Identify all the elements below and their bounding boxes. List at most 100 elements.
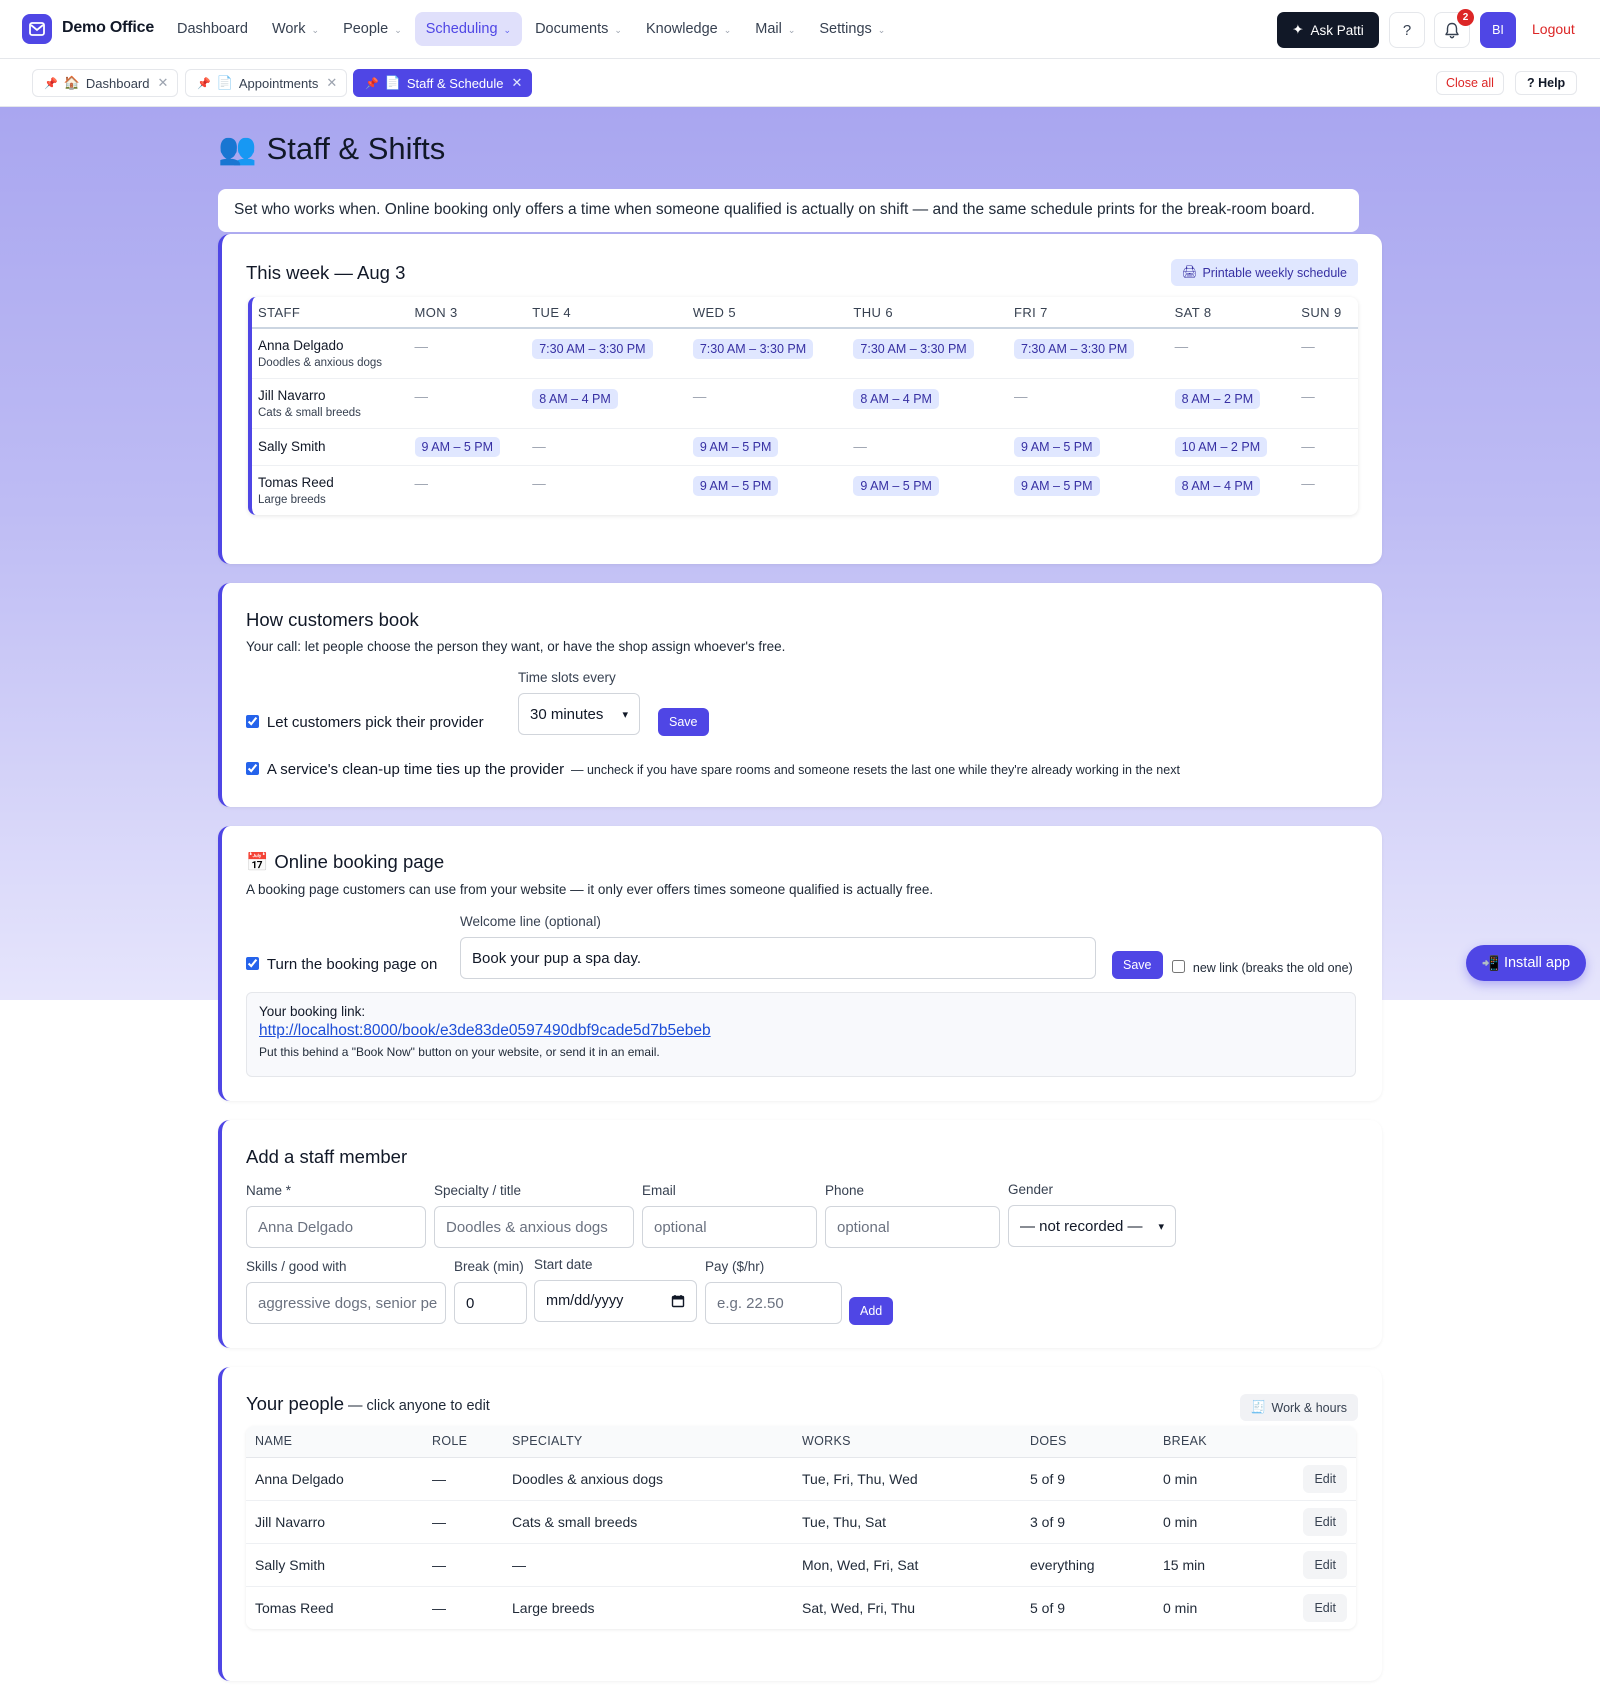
shift-chip[interactable]: 10 AM – 2 PM <box>1174 436 1268 457</box>
break-input[interactable]: 0 <box>454 1282 527 1324</box>
phone-install-icon: 📲 <box>1481 955 1500 972</box>
shift-chip[interactable]: 7:30 AM – 3:30 PM <box>853 339 974 359</box>
skills-input[interactable]: aggressive dogs, senior pe <box>246 1282 446 1324</box>
bell-icon <box>1445 22 1459 38</box>
schedule-day-cell: 10 AM – 2 PM <box>1166 428 1294 466</box>
cleanup-checkbox[interactable] <box>246 762 259 775</box>
shift-chip[interactable]: 7:30 AM – 3:30 PM <box>532 339 653 359</box>
pin-icon[interactable]: 📌 <box>197 77 211 90</box>
shift-chip[interactable]: 9 AM – 5 PM <box>692 475 779 496</box>
work-hours-button[interactable]: 🧾 Work & hours <box>1239 1394 1358 1421</box>
pay-input[interactable]: e.g. 22.50 <box>705 1282 842 1324</box>
schedule-staff-cell[interactable]: Sally Smith <box>252 428 407 466</box>
chevron-down-icon: ⌄ <box>877 24 886 35</box>
user-avatar[interactable]: BI <box>1480 12 1516 48</box>
pin-icon[interactable]: 📌 <box>365 77 379 90</box>
shift-chip[interactable]: 7:30 AM – 3:30 PM <box>692 339 814 359</box>
start-date-placeholder: mm/dd/yyyy <box>546 1293 624 1309</box>
schedule-day-cell: — <box>1293 428 1358 466</box>
tab-dashboard[interactable]: 📌 🏠 Dashboard ✕ <box>32 69 179 97</box>
phone-label: Phone <box>825 1183 865 1198</box>
mail-logo-icon[interactable] <box>22 14 52 44</box>
nav-item-work[interactable]: Work ⌄ <box>261 12 330 46</box>
cleanup-note: — uncheck if you have spare rooms and so… <box>570 763 1180 777</box>
help-button[interactable]: ? Help <box>1515 71 1578 95</box>
nav-item-knowledge[interactable]: Knowledge ⌄ <box>635 12 742 46</box>
shift-chip[interactable]: 9 AM – 5 PM <box>692 436 779 457</box>
edit-button[interactable]: Edit <box>1303 1464 1347 1493</box>
people-row[interactable]: Tomas Reed — Large breeds Sat, Wed, Fri, Th… <box>246 1586 1356 1629</box>
install-app-button[interactable]: 📲 Install app <box>1466 945 1586 981</box>
phone-input[interactable]: optional <box>825 1206 1000 1248</box>
nav-item-mail[interactable]: Mail ⌄ <box>744 12 806 46</box>
logout-link[interactable]: Logout <box>1532 21 1575 37</box>
pick-provider-checkbox[interactable] <box>246 715 259 728</box>
shift-chip[interactable]: 8 AM – 4 PM <box>1174 475 1261 496</box>
pick-provider-label[interactable]: Let customers pick their provider <box>267 714 484 731</box>
nav-item-settings[interactable]: Settings ⌄ <box>808 12 896 46</box>
people-row[interactable]: Jill Navarro — Cats & small breeds Tue, Thu… <box>246 1500 1356 1544</box>
schedule-day-cell: 7:30 AM – 3:30 PM <box>684 328 846 379</box>
tab-appointments[interactable]: 📌 📄 Appointments ✕ <box>185 69 348 97</box>
schedule-day-cell: — <box>684 378 846 429</box>
nav-item-documents[interactable]: Documents ⌄ <box>524 12 633 46</box>
name-label: Name * <box>246 1183 292 1198</box>
edit-button[interactable]: Edit <box>1303 1550 1347 1579</box>
close-icon[interactable]: ✕ <box>512 75 523 91</box>
save-booking-page-button[interactable]: Save <box>1112 951 1163 979</box>
schedule-day-cell: — <box>406 378 525 429</box>
online-booking-subtitle: A booking page customers can use from yo… <box>246 882 934 897</box>
schedule-staff-cell[interactable]: Tomas Reed Large breeds <box>252 465 407 515</box>
new-link-checkbox[interactable] <box>1172 960 1185 973</box>
schedule-staff-cell[interactable]: Jill Navarro Cats & small breeds <box>252 378 407 429</box>
gender-select[interactable]: — not recorded — ▾ <box>1008 1205 1176 1247</box>
printable-schedule-button[interactable]: 🖨 Printable weekly schedule <box>1170 259 1358 286</box>
shift-chip[interactable]: 7:30 AM – 3:30 PM <box>1014 339 1135 359</box>
shift-chip[interactable]: 9 AM – 5 PM <box>414 436 501 457</box>
pin-icon[interactable]: 📌 <box>44 77 58 90</box>
new-link-label[interactable]: new link (breaks the old one) <box>1193 961 1353 975</box>
brand-name[interactable]: Demo Office <box>62 19 154 37</box>
enable-booking-checkbox[interactable] <box>246 957 259 970</box>
schedule-header-mon-3: MON 3 <box>406 297 525 329</box>
enable-booking-label[interactable]: Turn the booking page on <box>267 956 437 973</box>
help-icon-button[interactable]: ? <box>1389 12 1425 48</box>
nav-item-scheduling[interactable]: Scheduling ⌄ <box>414 12 523 46</box>
shift-chip[interactable]: 8 AM – 4 PM <box>853 388 939 409</box>
notifications-button[interactable]: 2 <box>1434 9 1474 48</box>
people-row[interactable]: Anna Delgado — Doodles & anxious dogs Tue, … <box>246 1457 1356 1501</box>
edit-button[interactable]: Edit <box>1303 1593 1347 1622</box>
schedule-staff-cell[interactable]: Anna Delgado Doodles & anxious dogs <box>252 328 407 379</box>
people-row[interactable]: Sally Smith — — Mon, Wed, Fri, Sat everythin… <box>246 1543 1356 1587</box>
cleanup-label[interactable]: A service's clean-up time ties up the pr… <box>267 761 564 778</box>
install-app-label: Install app <box>1503 955 1571 971</box>
tab-staff-schedule[interactable]: 📌 📄 Staff & Schedule ✕ <box>353 69 533 97</box>
calendar-picker-icon[interactable] <box>671 1294 685 1308</box>
nav-item-people[interactable]: People ⌄ <box>332 12 413 46</box>
notification-count-badge: 2 <box>1457 9 1474 26</box>
add-staff-button[interactable]: Add <box>849 1297 894 1325</box>
shift-chip[interactable]: 8 AM – 4 PM <box>532 388 618 409</box>
email-input[interactable]: optional <box>642 1206 817 1248</box>
slot-interval-select[interactable]: 30 minutes ▾ <box>518 693 640 735</box>
welcome-line-input[interactable]: Book your pup a spa day. <box>460 937 1096 979</box>
close-all-tabs-button[interactable]: Close all <box>1436 71 1504 95</box>
ask-assistant-button[interactable]: ✦ Ask Patti <box>1277 12 1379 48</box>
people-header-specialty: SPECIALTY <box>503 1426 793 1458</box>
shift-chip[interactable]: 9 AM – 5 PM <box>1014 475 1100 496</box>
shift-chip[interactable]: 9 AM – 5 PM <box>1014 436 1100 457</box>
add-staff-card: Add a staff member Name * Anna Delgado S… <box>218 1120 1382 1348</box>
shift-chip[interactable]: 8 AM – 2 PM <box>1174 388 1261 409</box>
close-icon[interactable]: ✕ <box>326 75 337 91</box>
nav-item-label: Documents <box>535 21 609 37</box>
chevron-down-icon: ⌄ <box>394 24 402 35</box>
close-icon[interactable]: ✕ <box>158 75 169 91</box>
nav-item-dashboard[interactable]: Dashboard <box>166 12 259 46</box>
name-input[interactable]: Anna Delgado <box>246 1206 426 1248</box>
save-booking-settings-button[interactable]: Save <box>658 708 709 736</box>
shift-chip[interactable]: 9 AM – 5 PM <box>853 475 939 496</box>
specialty-input[interactable]: Doodles & anxious dogs <box>434 1206 634 1248</box>
start-date-input[interactable]: mm/dd/yyyy <box>534 1280 697 1322</box>
edit-button[interactable]: Edit <box>1303 1507 1347 1536</box>
booking-link[interactable]: http://localhost:8000/book/e3de83de05974… <box>259 1022 711 1039</box>
